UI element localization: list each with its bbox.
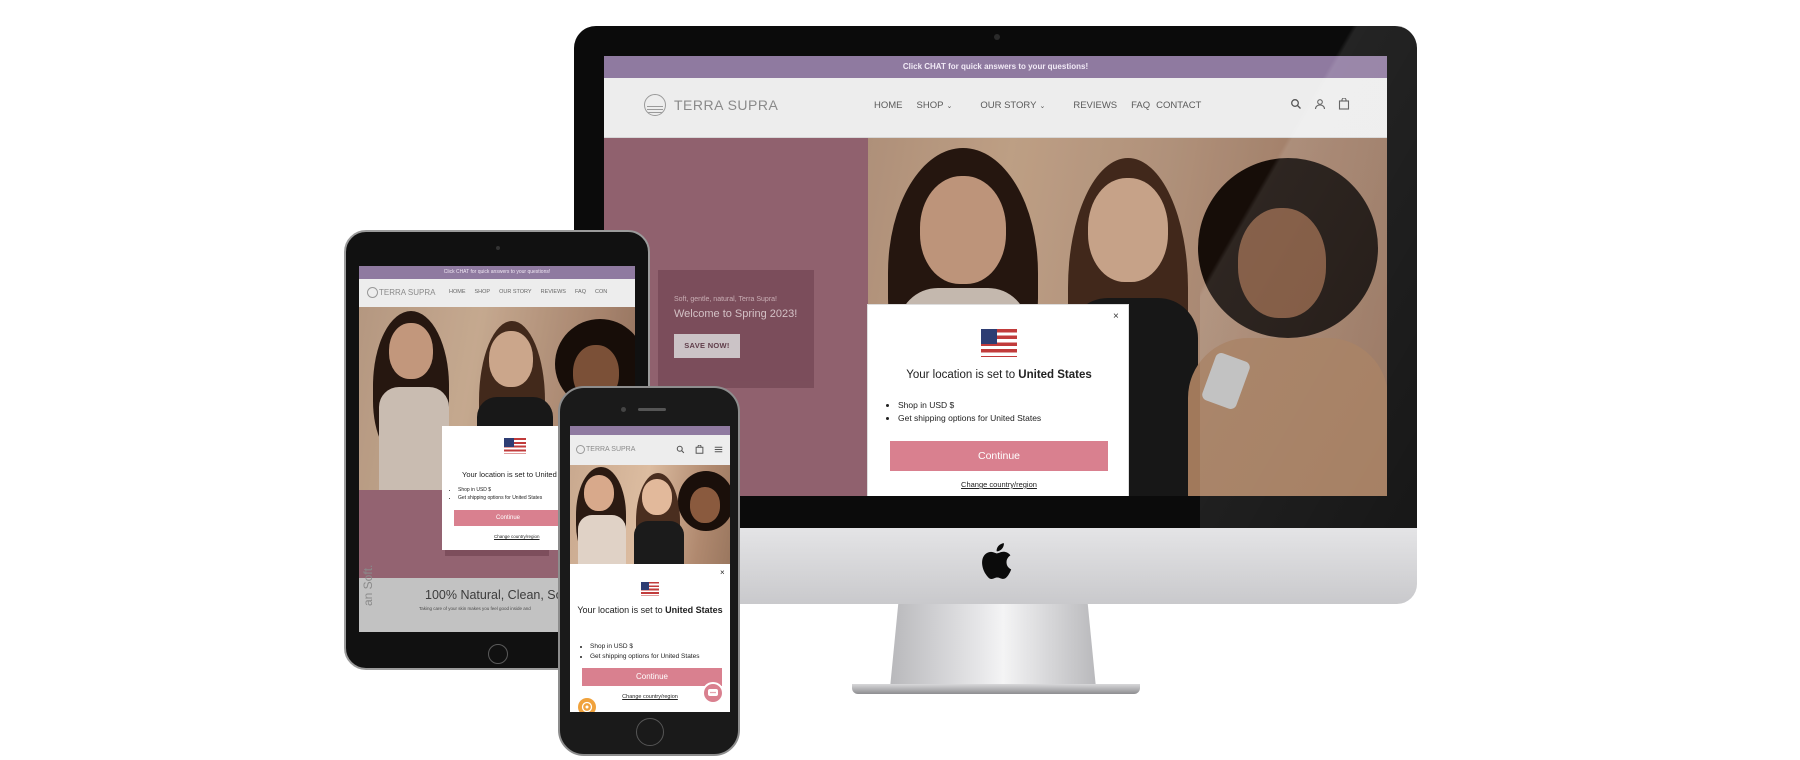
accessibility-icon[interactable] xyxy=(578,698,596,712)
tablet-camera xyxy=(496,246,500,250)
modal-title-prefix: Your location is set to xyxy=(906,369,1016,381)
announcement-bar[interactable]: Click CHAT for quick answers to your que… xyxy=(359,266,635,279)
close-icon[interactable]: × xyxy=(1113,311,1119,322)
header-icons xyxy=(1290,98,1350,110)
logo-text[interactable]: TERRA SUPRA xyxy=(586,446,635,453)
nav-shop[interactable]: SHOP ⌄ xyxy=(917,100,967,111)
us-flag-icon xyxy=(981,329,1017,357)
announcement-bar[interactable] xyxy=(570,426,730,435)
nav-reviews[interactable]: REVIEWS xyxy=(541,289,566,295)
phone-speaker xyxy=(638,408,666,411)
modal-title-prefix: Your location is set to xyxy=(577,605,663,615)
modal-title: Your location is set to United States xyxy=(868,369,1130,381)
logo-icon[interactable] xyxy=(644,94,666,116)
list-item: Shop in USD $ xyxy=(898,399,1041,412)
nav-contact[interactable]: CONTACT xyxy=(1156,100,1201,111)
list-item: Get shipping options for United States xyxy=(458,494,542,502)
nav-our-story[interactable]: OUR STORY xyxy=(499,289,532,295)
site-header: TERRA SUPRA HOME SHOP ⌄ OUR STORY ⌄ REVIEW… xyxy=(604,78,1387,138)
us-flag-icon xyxy=(504,438,526,454)
chevron-down-icon: ⌄ xyxy=(1039,103,1046,110)
menu-icon[interactable] xyxy=(714,445,723,454)
header-icons xyxy=(676,445,723,454)
change-country-link[interactable]: Change country/region xyxy=(494,534,540,539)
modal-country: United States xyxy=(665,605,723,615)
imac-camera xyxy=(994,34,1000,40)
nav-home[interactable]: HOME xyxy=(874,100,903,111)
list-item: Shop in USD $ xyxy=(458,486,542,494)
modal-country: United States xyxy=(1018,369,1092,381)
nav-contact[interactable]: CON xyxy=(595,289,607,295)
cart-icon[interactable] xyxy=(1338,98,1350,110)
nav-our-story[interactable]: OUR STORY ⌄ xyxy=(980,100,1059,111)
logo-icon[interactable] xyxy=(576,445,585,454)
hero-image xyxy=(570,465,730,575)
chat-bubble-icon[interactable] xyxy=(702,682,724,704)
location-modal: × Your location is set to United States … xyxy=(867,304,1129,496)
us-flag-icon xyxy=(641,582,659,596)
search-icon[interactable] xyxy=(676,445,685,454)
account-icon[interactable] xyxy=(1314,98,1326,110)
tablet-home-button xyxy=(488,644,508,664)
chevron-down-icon: ⌄ xyxy=(946,103,953,110)
list-item: Get shipping options for United States xyxy=(898,412,1041,425)
cart-icon[interactable] xyxy=(695,445,704,454)
continue-button[interactable]: Continue xyxy=(454,510,562,526)
list-item: Get shipping options for United States xyxy=(590,652,699,662)
nav-reviews[interactable]: REVIEWS xyxy=(1073,100,1117,111)
main-nav: HOME SHOP ⌄ OUR STORY ⌄ REVIEWS FAQ CONTAC… xyxy=(874,100,1215,111)
logo-text[interactable]: TERRA SUPRA xyxy=(379,288,435,297)
list-item: Shop in USD $ xyxy=(590,642,699,652)
nav-our-story-label: OUR STORY xyxy=(980,100,1037,111)
phone-home-button xyxy=(636,718,664,746)
location-modal: Your location is set to United Shop in U… xyxy=(442,426,562,550)
modal-title: Your location is set to United xyxy=(462,470,557,479)
nav-home[interactable]: HOME xyxy=(449,289,466,295)
main-nav: HOME SHOP OUR STORY REVIEWS FAQ CON xyxy=(449,289,616,295)
modal-bullets: Shop in USD $ Get shipping options for U… xyxy=(590,642,699,662)
continue-button[interactable]: Continue xyxy=(582,668,722,686)
site-header: TERRA SUPRA xyxy=(570,435,730,465)
imac-stand-foot xyxy=(852,684,1140,694)
nav-faq[interactable]: FAQ xyxy=(1131,100,1150,111)
site-header: TERRA SUPRA HOME SHOP OUR STORY REVIEWS … xyxy=(359,279,635,307)
close-icon[interactable]: × xyxy=(720,568,725,577)
announcement-bar[interactable]: Click CHAT for quick answers to your que… xyxy=(604,56,1387,78)
apple-logo-icon xyxy=(982,543,1012,580)
modal-bullets: Shop in USD $ Get shipping options for U… xyxy=(898,399,1041,425)
nav-shop[interactable]: SHOP xyxy=(475,289,491,295)
nav-shop-label: SHOP xyxy=(916,100,944,111)
logo-icon[interactable] xyxy=(367,287,378,298)
logo-text[interactable]: TERRA SUPRA xyxy=(674,97,778,113)
modal-title: Your location is set to United States xyxy=(570,604,730,616)
nav-faq[interactable]: FAQ xyxy=(575,289,586,295)
imac-stand-neck xyxy=(890,604,1096,688)
phone-camera xyxy=(621,407,626,412)
continue-button[interactable]: Continue xyxy=(890,441,1108,471)
search-icon[interactable] xyxy=(1290,98,1302,110)
modal-bullets: Shop in USD $ Get shipping options for U… xyxy=(458,486,542,502)
change-country-link[interactable]: Change country/region xyxy=(868,480,1130,489)
phone-screen: TERRA SUPRA × Your location is set to Un… xyxy=(570,426,730,712)
